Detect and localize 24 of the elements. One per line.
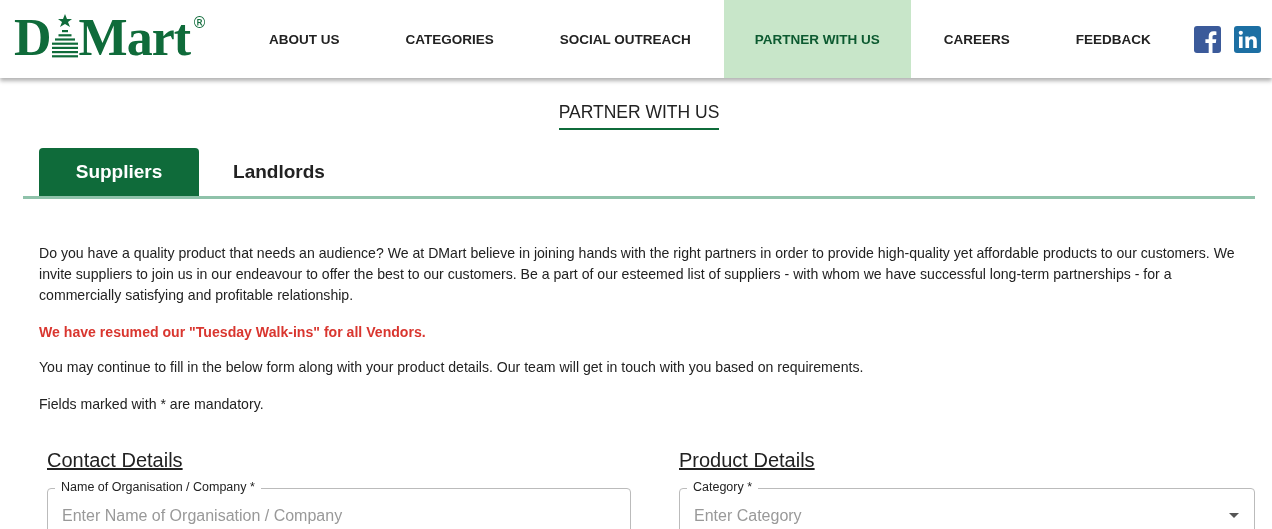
section-heading: Product Details [679, 449, 816, 472]
nav-link[interactable]: CATEGORIES [372, 0, 527, 78]
page-title: PARTNER WITH US [558, 102, 720, 130]
logo-text: Mart [78, 14, 191, 62]
tab[interactable]: Landlords [199, 148, 359, 196]
nav-link[interactable]: FEEDBACK [1042, 0, 1184, 78]
alert-text: We have resumed our "Tuesday Walk-ins" for all Vendors. [39, 323, 427, 342]
field-label: Category * [687, 480, 759, 495]
tree-logo-icon [51, 14, 78, 60]
tab[interactable]: Suppliers [39, 148, 199, 196]
nav-link[interactable]: ABOUT US [236, 0, 373, 78]
caret-icon [1229, 513, 1239, 518]
paragraph: Fields marked with * are mandatory. [39, 395, 265, 414]
section-heading: Contact Details [47, 449, 184, 472]
linkedin-icon[interactable] [1233, 25, 1261, 53]
facebook-icon[interactable] [1193, 25, 1221, 53]
nav-link[interactable]: PARTNER WITH US [723, 0, 911, 78]
nav-link[interactable]: SOCIAL OUTREACH [526, 0, 724, 78]
paragraph: Do you have a quality product that needs an audience? We at DMart believe in joining hands with the right partners in order to provide high-quality yet affordable products to our customers. We invite suppliers to join us in our endeavour to offer the best to our customers. Be a part of our esteemed list of suppliers - with whom we have successful long-term partnerships - for a commercially satisfying and profitable relationship. [39, 244, 1236, 305]
registered-mark: ® [192, 14, 208, 32]
paragraph: You may continue to fill in the below form along with your product details. Our team will get in touch with you based on requirements. [39, 358, 865, 377]
field-label: Name of Organisation / Company * [55, 480, 261, 495]
logo-text: D [14, 14, 51, 62]
nav-link[interactable]: CAREERS [910, 0, 1043, 78]
